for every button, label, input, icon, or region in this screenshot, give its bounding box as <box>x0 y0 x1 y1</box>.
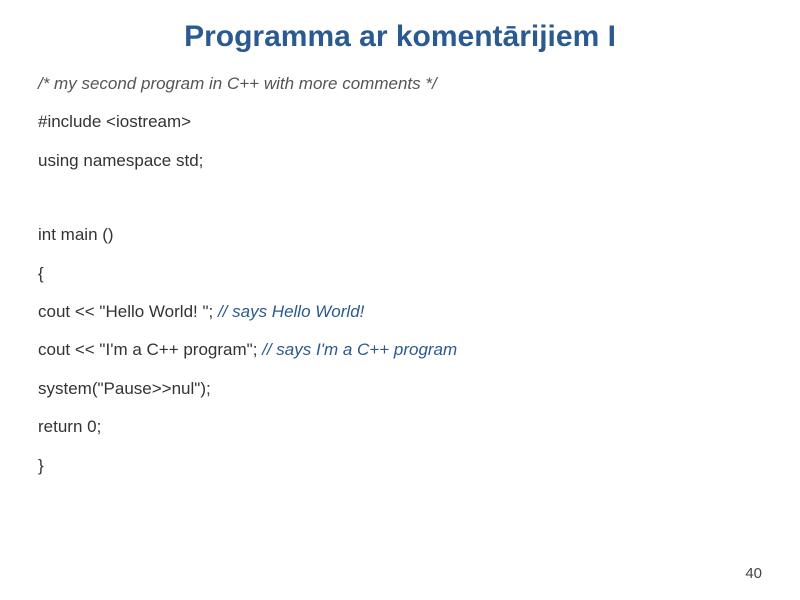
code-cout-1-text: cout << "Hello World! "; <box>38 302 218 321</box>
code-system: system("Pause>>nul"); <box>38 379 762 399</box>
code-open-brace: { <box>38 264 762 284</box>
code-main-decl: int main () <box>38 225 762 245</box>
code-comment-block: /* my second program in C++ with more co… <box>38 74 762 94</box>
code-cout-1-comment: // says Hello World! <box>218 302 364 321</box>
slide-title: Programma ar komentārijiem I <box>38 20 762 54</box>
code-block: /* my second program in C++ with more co… <box>38 74 762 476</box>
code-cout-2-comment: // says I'm a C++ program <box>262 340 457 359</box>
code-cout-2-text: cout << "I'm a C++ program"; <box>38 340 262 359</box>
code-using: using namespace std; <box>38 151 762 171</box>
code-return: return 0; <box>38 417 762 437</box>
code-cout-2: cout << "I'm a C++ program"; // says I'm… <box>38 340 762 360</box>
code-blank <box>38 189 762 207</box>
code-cout-1: cout << "Hello World! "; // says Hello W… <box>38 302 762 322</box>
page-number: 40 <box>745 565 762 582</box>
code-include: #include <iostream> <box>38 112 762 132</box>
code-close-brace: } <box>38 456 762 476</box>
